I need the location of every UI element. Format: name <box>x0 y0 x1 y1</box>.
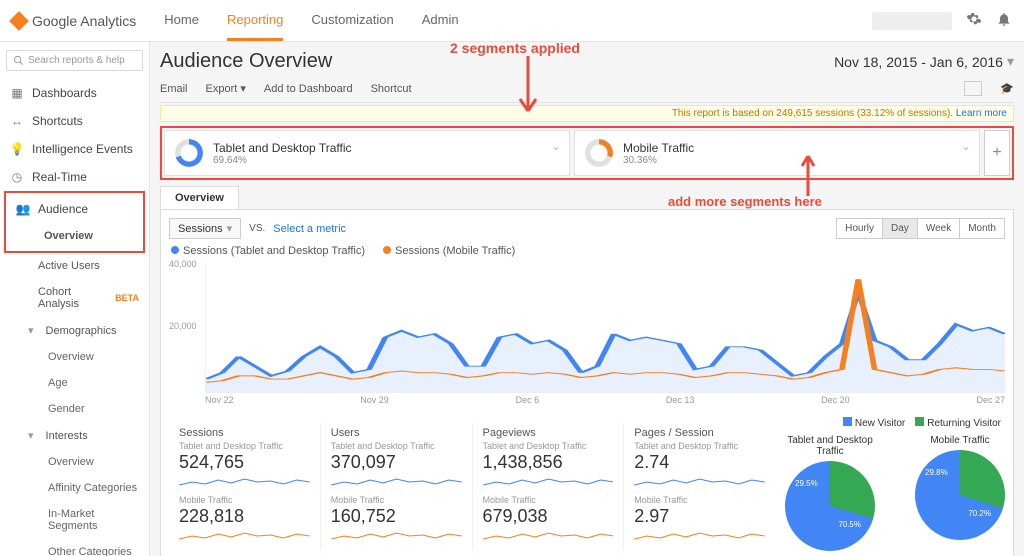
toolbar-export[interactable]: Export ▾ <box>206 82 246 95</box>
add-segment-button[interactable]: + <box>984 130 1010 176</box>
logo-icon <box>9 11 29 31</box>
toolbar-icon-1[interactable] <box>964 81 982 96</box>
ytick-1: 20,000 <box>169 321 197 331</box>
clock-icon: ◷ <box>10 170 24 184</box>
shortcuts-icon: ↔ <box>10 114 24 128</box>
audience-icon: 👥 <box>16 202 30 216</box>
chevron-down-icon: ⌄ <box>551 139 561 153</box>
ytick-0: 40,000 <box>169 259 197 269</box>
toggle-hourly[interactable]: Hourly <box>837 219 882 238</box>
sampling-notice: This report is based on 249,615 sessions… <box>160 105 1014 122</box>
overview-panel: Sessions ▾ VS. Select a metric Hourly Da… <box>160 209 1014 556</box>
nav-home[interactable]: Home <box>164 1 199 41</box>
sq-ret-icon <box>915 417 924 426</box>
sidebar-interests[interactable]: ▾Interests <box>0 422 149 449</box>
pie-charts: Tablet and Desktop Traffic 29.5% 70.5% M… <box>775 435 1005 551</box>
page-title: Audience Overview <box>160 50 332 73</box>
toggle-day[interactable]: Day <box>882 219 917 238</box>
segment-1-pct: 69.64% <box>213 155 352 166</box>
search-icon <box>13 55 24 66</box>
settings-icon[interactable] <box>966 11 982 30</box>
sessions-chart[interactable] <box>205 263 1005 393</box>
sidebar-intelligence[interactable]: 💡Intelligence Events <box>0 135 149 163</box>
segment-row: Tablet and Desktop Traffic 69.64% ⌄ Mobi… <box>160 126 1014 180</box>
sidebar-gender[interactable]: Gender <box>0 396 149 422</box>
toolbar-shortcut[interactable]: Shortcut <box>371 83 412 95</box>
chart-legend: Sessions (Tablet and Desktop Traffic) Se… <box>169 239 1005 263</box>
top-nav: Home Reporting Customization Admin <box>164 1 458 41</box>
learn-more-link[interactable]: Learn more <box>956 108 1007 119</box>
metric-sessions[interactable]: Sessions Tablet and Desktop Traffic524,7… <box>169 423 321 549</box>
segment-card-1[interactable]: Tablet and Desktop Traffic 69.64% ⌄ <box>164 130 570 176</box>
chart-xaxis: Nov 22Nov 29Dec 6Dec 13Dec 20Dec 27 <box>205 393 1005 405</box>
time-granularity: Hourly Day Week Month <box>836 218 1005 239</box>
chevron-down-icon: ▾ <box>1007 53 1014 70</box>
chevron-down-icon: ⌄ <box>961 139 971 153</box>
account-selector[interactable] <box>872 12 952 30</box>
sidebar-affinity[interactable]: Affinity Categories <box>0 475 149 501</box>
sidebar: Search reports & help ▦Dashboards ↔Short… <box>0 42 150 556</box>
segment-card-2[interactable]: Mobile Traffic 30.36% ⌄ <box>574 130 980 176</box>
visitor-legend: New Visitor Returning Visitor <box>775 415 1005 431</box>
sidebar-audience[interactable]: 👥Audience <box>6 195 143 223</box>
sq-new-icon <box>843 417 852 426</box>
sidebar-realtime[interactable]: ◷Real-Time <box>0 163 149 191</box>
pie-mobile-traffic: Mobile Traffic 29.8% 70.2% <box>915 435 1005 551</box>
main-content: 2 segments applied add more segments her… <box>150 42 1024 556</box>
legend-dot-orange <box>383 246 391 254</box>
donut-icon <box>585 139 613 167</box>
sidebar-inmarket[interactable]: In-Market Segments <box>0 501 149 539</box>
sidebar-audience-overview[interactable]: Overview <box>6 223 143 249</box>
sidebar-int-overview[interactable]: Overview <box>0 449 149 475</box>
beta-badge: BETA <box>115 293 139 303</box>
toolbar-add-dashboard[interactable]: Add to Dashboard <box>264 83 353 95</box>
sidebar-demo-overview[interactable]: Overview <box>0 344 149 370</box>
segment-2-pct: 30.36% <box>623 155 694 166</box>
donut-icon <box>175 139 203 167</box>
segment-2-name: Mobile Traffic <box>623 141 694 155</box>
sidebar-shortcuts[interactable]: ↔Shortcuts <box>0 107 149 135</box>
nav-reporting[interactable]: Reporting <box>227 1 283 41</box>
bulb-icon: 💡 <box>10 142 24 156</box>
metric-users[interactable]: Users Tablet and Desktop Traffic370,097 … <box>321 423 473 549</box>
date-range-picker[interactable]: Nov 18, 2015 - Jan 6, 2016 ▾ <box>834 53 1014 70</box>
toggle-month[interactable]: Month <box>959 219 1004 238</box>
select-metric-link[interactable]: Select a metric <box>273 223 346 235</box>
arrow-icon <box>508 56 548 126</box>
tab-overview[interactable]: Overview <box>160 186 239 209</box>
sidebar-cohort[interactable]: Cohort AnalysisBETA <box>0 279 149 317</box>
report-toolbar: Email Export ▾ Add to Dashboard Shortcut… <box>160 75 1014 103</box>
arrow-up-icon <box>798 150 818 196</box>
sidebar-active-users[interactable]: Active Users <box>0 253 149 279</box>
search-input[interactable]: Search reports & help <box>6 50 143 71</box>
segment-1-name: Tablet and Desktop Traffic <box>213 141 352 155</box>
notifications-icon[interactable] <box>996 11 1012 30</box>
nav-admin[interactable]: Admin <box>422 1 459 41</box>
dashboards-icon: ▦ <box>10 86 24 100</box>
metric-pages-session[interactable]: Pages / Session Tablet and Desktop Traff… <box>624 423 775 549</box>
sidebar-age[interactable]: Age <box>0 370 149 396</box>
pie-tablet-and-desktop-traffic: Tablet and Desktop Traffic 29.5% 70.5% <box>775 435 885 551</box>
nav-customization[interactable]: Customization <box>311 1 393 41</box>
graduation-icon[interactable]: 🎓 <box>1000 82 1014 95</box>
metrics-row-1: Sessions Tablet and Desktop Traffic524,7… <box>169 423 775 549</box>
logo[interactable]: Google Analytics <box>12 13 136 29</box>
sidebar-dashboards[interactable]: ▦Dashboards <box>0 79 149 107</box>
top-bar: Google Analytics Home Reporting Customiz… <box>0 0 1024 42</box>
toolbar-email[interactable]: Email <box>160 83 188 95</box>
metric-selector[interactable]: Sessions ▾ <box>169 218 241 239</box>
metric-pageviews[interactable]: Pageviews Tablet and Desktop Traffic1,43… <box>473 423 625 549</box>
legend-dot-blue <box>171 246 179 254</box>
toggle-week[interactable]: Week <box>917 219 959 238</box>
brand-text: Google Analytics <box>32 13 136 29</box>
vs-label: VS. <box>249 223 265 234</box>
search-placeholder: Search reports & help <box>28 55 125 66</box>
sidebar-demographics[interactable]: ▾Demographics <box>0 317 149 344</box>
sidebar-audience-highlight: 👥Audience Overview <box>4 191 145 253</box>
sidebar-othercats[interactable]: Other Categories <box>0 539 149 556</box>
